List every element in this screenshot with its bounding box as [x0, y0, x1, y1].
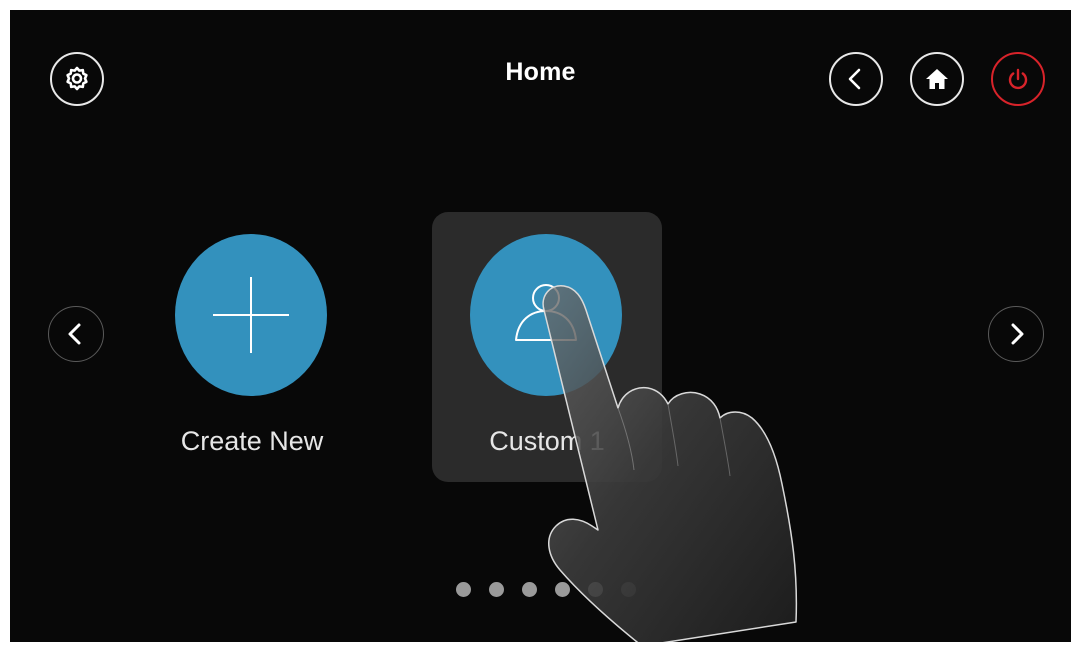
tile-label: Custom 1 — [489, 426, 605, 456]
page-dot[interactable] — [456, 582, 471, 597]
chevron-left-icon — [68, 323, 81, 345]
home-button[interactable] — [910, 52, 964, 106]
chevron-left-icon — [848, 68, 861, 90]
back-button[interactable] — [829, 52, 883, 106]
previous-page-button[interactable] — [48, 306, 104, 362]
user-icon — [515, 284, 577, 341]
power-icon — [1008, 68, 1028, 90]
power-button[interactable] — [991, 52, 1045, 106]
page-dot[interactable] — [522, 582, 537, 597]
custom-1-tile[interactable]: Custom 1 — [432, 212, 662, 482]
tile-label: Create New — [180, 426, 324, 456]
custom-1-circle — [470, 234, 622, 396]
page-dot[interactable] — [621, 582, 636, 597]
create-new-circle — [175, 234, 327, 396]
page-indicator — [456, 582, 636, 602]
page-dot[interactable] — [555, 582, 570, 597]
house-icon — [926, 69, 948, 89]
chevron-right-icon — [1011, 323, 1024, 345]
next-page-button[interactable] — [988, 306, 1044, 362]
touch-panel-screen: Home Create New Custom 1 — [10, 10, 1071, 642]
plus-icon — [213, 277, 289, 353]
page-dot[interactable] — [489, 582, 504, 597]
page-dot-active[interactable] — [588, 582, 603, 597]
create-new-tile[interactable]: Create New — [137, 212, 367, 482]
